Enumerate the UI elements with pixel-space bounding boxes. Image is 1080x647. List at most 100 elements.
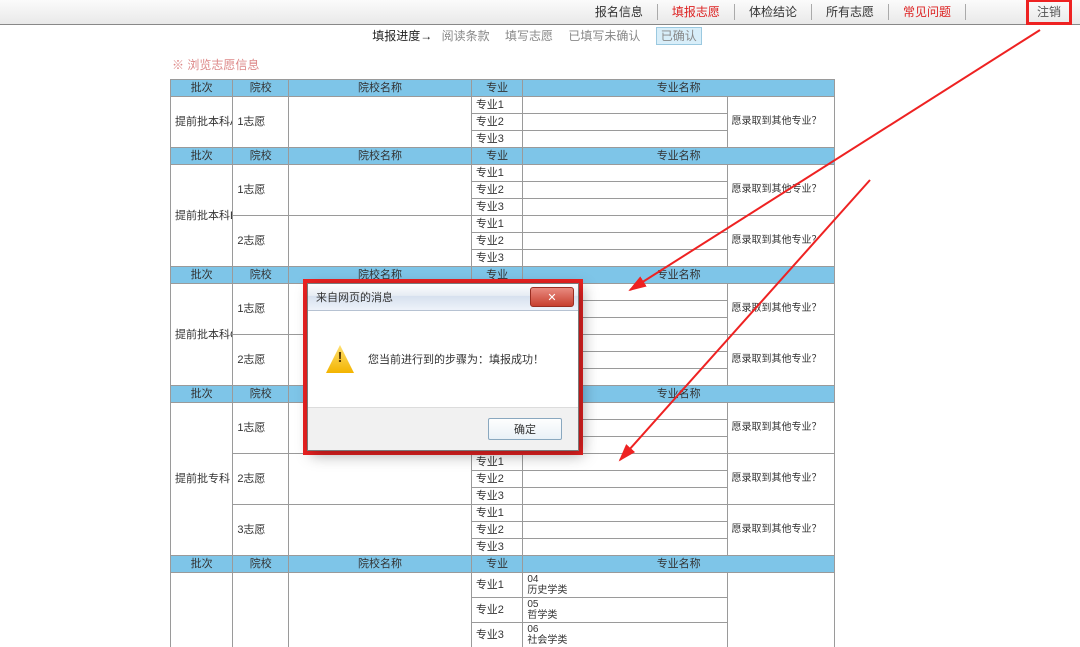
hdr-major-name: 专业名称 xyxy=(523,80,835,97)
progress-step-3: 已确认 xyxy=(656,27,702,45)
dialog-titlebar: 来自网页的消息 ✕ xyxy=(308,284,578,311)
hdr-major: 专业 xyxy=(471,148,523,165)
major-slot: 专业1 xyxy=(471,216,523,233)
school-name-cell xyxy=(289,165,472,216)
major-name-cell xyxy=(523,471,727,488)
hdr-batch: 批次 xyxy=(171,556,233,573)
major-name-cell: 04历史学类 xyxy=(523,573,727,598)
major-name-cell xyxy=(523,539,727,556)
batch-cell: 提前批本科B段 xyxy=(171,165,233,267)
major-name-cell xyxy=(523,114,727,131)
dialog-message: 您当前进行到的步骤为：填报成功！ xyxy=(368,351,544,367)
major-name-cell xyxy=(523,182,727,199)
major-name-cell xyxy=(523,233,727,250)
batch-cell: 提前批本科C段 xyxy=(171,284,233,386)
nav-faq[interactable]: 常见问题 xyxy=(889,4,966,20)
batch-cell: 提前批专科 xyxy=(171,403,233,556)
progress-step-2: 已填写未确认 xyxy=(568,29,640,43)
pref-cell: 1志愿 xyxy=(233,284,289,335)
major-slot: 专业1 xyxy=(471,165,523,182)
dialog-footer: 确定 xyxy=(308,407,578,450)
major-slot: 专业1 xyxy=(471,573,523,598)
nav-suoyou[interactable]: 所有志愿 xyxy=(812,4,889,20)
major-name-cell xyxy=(523,131,727,148)
nav-baoming[interactable]: 报名信息 xyxy=(581,4,658,20)
hdr-batch: 批次 xyxy=(171,386,233,403)
accept-other-cell: 愿录取到其他专业？ xyxy=(727,505,834,556)
major-name-cell xyxy=(523,216,727,233)
major-name-cell: 06社会学类 xyxy=(523,623,727,647)
pref-cell: 1志愿 xyxy=(233,97,289,148)
dialog-body: 您当前进行到的步骤为：填报成功！ xyxy=(308,311,578,407)
batch-cell xyxy=(171,573,233,647)
accept-other-cell: 愿录取到其他专业？ xyxy=(727,216,834,267)
accept-other-cell: 愿录取到其他专业？ xyxy=(727,284,834,335)
accept-other-cell: 愿录取到其他专业？是 xyxy=(727,573,834,647)
school-name-cell xyxy=(289,505,472,556)
progress-bar: 填报进度→ 阅读条款 填写志愿 已填写未确认 已确认 xyxy=(0,25,1080,47)
major-name-cell xyxy=(523,199,727,216)
dialog-ok-button[interactable]: 确定 xyxy=(488,418,562,440)
logout-link[interactable]: 注销 xyxy=(1031,5,1067,19)
hdr-school-name: 院校名称 xyxy=(289,148,472,165)
school-name-cell xyxy=(289,97,472,148)
major-slot: 专业2 xyxy=(471,471,523,488)
hdr-batch: 批次 xyxy=(171,148,233,165)
hdr-major-name: 专业名称 xyxy=(523,556,835,573)
nav-tijian[interactable]: 体检结论 xyxy=(735,4,812,20)
major-slot: 专业3 xyxy=(471,250,523,267)
progress-step-1: 填写志愿 xyxy=(505,29,553,43)
hdr-major: 专业 xyxy=(471,556,523,573)
school-name-cell xyxy=(289,454,472,505)
top-nav: 报名信息 填报志愿 体检结论 所有志愿 常见问题 注销 xyxy=(0,0,1080,25)
major-name-cell: 05哲学类 xyxy=(523,598,727,623)
accept-other-cell: 愿录取到其他专业？ xyxy=(727,165,834,216)
hdr-school-name: 院校名称 xyxy=(289,80,472,97)
accept-other-cell: 愿录取到其他专业？ xyxy=(727,97,834,148)
accept-other-cell: 愿录取到其他专业？ xyxy=(727,454,834,505)
progress-step-0: 阅读条款 xyxy=(442,29,490,43)
logout-highlight: 注销 xyxy=(1026,0,1072,25)
pref-cell: 1志愿 xyxy=(233,403,289,454)
hdr-batch: 批次 xyxy=(171,267,233,284)
major-name-cell xyxy=(523,97,727,114)
major-slot: 专业1 xyxy=(471,454,523,471)
major-slot: 专业2 xyxy=(471,522,523,539)
batch-cell: 提前批本科A段 xyxy=(171,97,233,148)
major-slot: 专业3 xyxy=(471,199,523,216)
nav-tianbao[interactable]: 填报志愿 xyxy=(658,4,735,20)
hdr-school: 院校 xyxy=(233,148,289,165)
hdr-major: 专业 xyxy=(471,80,523,97)
dialog-title: 来自网页的消息 xyxy=(308,289,393,305)
dialog-highlight: 来自网页的消息 ✕ 您当前进行到的步骤为：填报成功！ 确定 xyxy=(303,279,583,455)
major-name-cell xyxy=(523,505,727,522)
pref-cell: 3志愿 xyxy=(233,505,289,556)
hdr-major-name: 专业名称 xyxy=(523,148,835,165)
hdr-school: 院校 xyxy=(233,386,289,403)
pref-cell: 2志愿 xyxy=(233,335,289,386)
major-slot: 专业1 xyxy=(471,505,523,522)
pref-cell: 1志愿 xyxy=(233,165,289,216)
panel-title: ※ 浏览志愿信息 xyxy=(170,52,835,79)
major-slot: 专业2 xyxy=(471,182,523,199)
progress-label: 填报进度→ xyxy=(372,29,432,43)
hdr-school: 院校 xyxy=(233,556,289,573)
hdr-school: 院校 xyxy=(233,80,289,97)
major-slot: 专业2 xyxy=(471,114,523,131)
pref-cell: 2志愿 xyxy=(233,216,289,267)
accept-other-cell: 愿录取到其他专业？ xyxy=(727,335,834,386)
major-slot: 专业2 xyxy=(471,598,523,623)
pref-cell: A志愿 xyxy=(233,573,289,647)
major-slot: 专业3 xyxy=(471,539,523,556)
major-slot: 专业3 xyxy=(471,131,523,148)
major-slot: 专业2 xyxy=(471,233,523,250)
major-name-cell xyxy=(523,454,727,471)
major-slot: 专业1 xyxy=(471,97,523,114)
dialog-close-button[interactable]: ✕ xyxy=(530,287,574,307)
school-name-cell: 1001 北京大学 xyxy=(289,573,472,647)
hdr-school: 院校 xyxy=(233,267,289,284)
major-name-cell xyxy=(523,522,727,539)
hdr-batch: 批次 xyxy=(171,80,233,97)
hdr-school-name: 院校名称 xyxy=(289,556,472,573)
major-name-cell xyxy=(523,250,727,267)
